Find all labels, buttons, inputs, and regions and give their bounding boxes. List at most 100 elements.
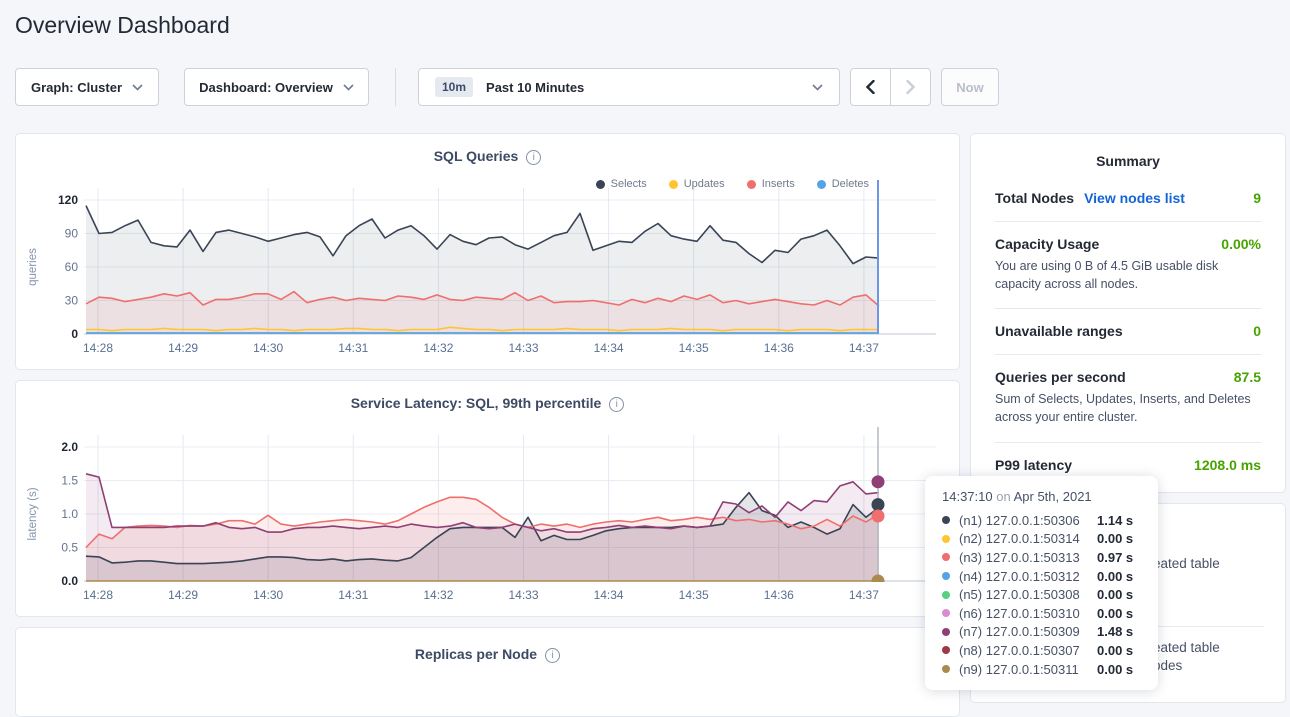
- summary-row-description: You are using 0 B of 4.5 GiB usable disk…: [995, 257, 1261, 293]
- node-address: (n1) 127.0.0.1:50306: [959, 513, 1080, 528]
- time-shift-button-group: [850, 68, 931, 106]
- tooltip-rows: (n1) 127.0.0.1:503061.14 s(n2) 127.0.0.1…: [942, 511, 1144, 678]
- summary-row-label: Capacity Usage: [995, 236, 1099, 252]
- node-color-dot: [942, 535, 950, 543]
- x-tick-label: 14:32: [423, 341, 453, 355]
- summary-title: Summary: [971, 153, 1285, 169]
- tooltip-date: Apr 5th, 2021: [1014, 489, 1092, 504]
- legend-color-dot: [669, 180, 678, 189]
- legend-item-selects[interactable]: Selects: [596, 178, 647, 190]
- node-address: (n7) 127.0.0.1:50309: [959, 624, 1080, 639]
- node-latency-value: 0.00 s: [1097, 587, 1144, 602]
- tooltip-node-row: (n2) 127.0.0.1:503140.00 s: [942, 530, 1144, 549]
- summary-row-head: P99 latency1208.0 ms: [995, 457, 1261, 473]
- summary-row-value: 87.5: [1234, 369, 1261, 385]
- x-tick-label: 14:31: [338, 341, 368, 355]
- info-icon[interactable]: i: [526, 150, 541, 165]
- chart-title-text: Service Latency: SQL, 99th percentile: [351, 395, 602, 411]
- x-tick-label: 14:30: [253, 341, 283, 355]
- hover-point-dot: [872, 575, 885, 588]
- view-nodes-list-link[interactable]: View nodes list: [1084, 190, 1185, 206]
- node-color-dot: [942, 591, 950, 599]
- dashboard-selector-label: Dashboard: Overview: [199, 80, 333, 95]
- summary-row-queries-per-second: Queries per second 87.5 Sum of Selects, Up…: [995, 354, 1261, 441]
- x-tick-label: 14:28: [83, 588, 113, 602]
- summary-row-value: 0: [1253, 323, 1261, 339]
- node-address: (n2) 127.0.0.1:50314: [959, 531, 1080, 546]
- time-next-button[interactable]: [890, 68, 931, 106]
- graph-selector-dropdown[interactable]: Graph: Cluster: [15, 68, 159, 106]
- x-tick-label: 14:29: [168, 588, 198, 602]
- x-tick-label: 14:32: [423, 588, 453, 602]
- node-address: (n3) 127.0.0.1:50313: [959, 550, 1080, 565]
- node-latency-value: 0.97 s: [1097, 550, 1144, 565]
- y-tick-label: 90: [65, 227, 79, 241]
- x-tick-label: 14:30: [253, 588, 283, 602]
- now-button[interactable]: Now: [941, 68, 999, 106]
- node-color-dot: [942, 553, 950, 561]
- summary-row-head: Unavailable ranges 0: [995, 323, 1261, 339]
- legend-item-updates[interactable]: Updates: [669, 178, 725, 190]
- hover-point-dot: [872, 510, 885, 523]
- y-tick-label: 2.0: [61, 440, 78, 454]
- chart-title-text: Replicas per Node: [415, 646, 537, 662]
- node-latency-value: 0.00 s: [1097, 606, 1144, 621]
- legend-item-deletes[interactable]: Deletes: [817, 178, 869, 190]
- summary-row-label: Total Nodes: [995, 190, 1074, 206]
- node-latency-value: 0.00 s: [1097, 662, 1144, 677]
- tooltip-node-row: (n6) 127.0.0.1:503100.00 s: [942, 604, 1144, 623]
- sql-queries-chart[interactable]: 030609012014:2814:2914:3014:3114:3214:33…: [16, 134, 959, 369]
- toolbar-divider: [395, 68, 396, 106]
- y-tick-label: 60: [65, 260, 79, 274]
- chart-hover-tooltip: 14:37:10 on Apr 5th, 2021 (n1) 127.0.0.1…: [925, 476, 1158, 690]
- node-latency-value: 1.48 s: [1097, 624, 1144, 639]
- service-latency-panel: Service Latency: SQL, 99th percentile i 0…: [15, 380, 960, 617]
- time-prev-button[interactable]: [850, 68, 891, 106]
- chart-title-text: SQL Queries: [434, 148, 519, 164]
- sql-queries-chart-title: SQL Queries i: [16, 148, 959, 165]
- node-address: (n5) 127.0.0.1:50308: [959, 587, 1080, 602]
- graph-selector-label: Graph: Cluster: [31, 80, 122, 95]
- x-tick-label: 14:33: [508, 588, 538, 602]
- node-color-dot: [942, 609, 950, 617]
- legend-item-inserts[interactable]: Inserts: [747, 178, 795, 190]
- y-tick-label: 0.0: [61, 574, 78, 588]
- tooltip-node-row: (n5) 127.0.0.1:50308 0.00 s: [942, 585, 1144, 604]
- hover-point-dot: [872, 498, 885, 511]
- time-window-label: Past 10 Minutes: [486, 80, 584, 95]
- node-latency-value: 0.00 s: [1097, 569, 1144, 584]
- legend-label: Inserts: [762, 178, 795, 190]
- node-address: (n8) 127.0.0.1:50307: [959, 643, 1080, 658]
- chevron-left-icon: [866, 80, 875, 94]
- service-latency-chart-title: Service Latency: SQL, 99th percentile i: [16, 395, 959, 412]
- service-latency-chart[interactable]: 0.00.51.01.52.014:2814:2914:3014:3114:32…: [16, 381, 959, 616]
- y-tick-label: 1.5: [61, 474, 78, 488]
- summary-row-label: Unavailable ranges: [995, 323, 1123, 339]
- x-tick-label: 14:37: [849, 341, 879, 355]
- y-tick-label: 0: [71, 327, 78, 341]
- chevron-right-icon: [906, 80, 915, 94]
- time-range-dropdown[interactable]: 10m Past 10 Minutes: [418, 68, 840, 106]
- legend-label: Selects: [611, 178, 647, 190]
- info-icon[interactable]: i: [609, 397, 624, 412]
- replicas-per-node-chart-title: Replicas per Node i: [16, 646, 959, 663]
- summary-row-value: 0.00%: [1221, 236, 1261, 252]
- dashboard-selector-dropdown[interactable]: Dashboard: Overview: [184, 68, 369, 106]
- replicas-per-node-panel: Replicas per Node i: [15, 627, 960, 717]
- summary-row-label: Queries per second: [995, 369, 1126, 385]
- summary-row-head: Total NodesView nodes list9: [995, 190, 1261, 206]
- y-tick-label: 30: [65, 294, 79, 308]
- node-color-dot: [942, 572, 950, 580]
- summary-row-capacity-usage: Capacity Usage 0.00% You are using 0 B of …: [995, 221, 1261, 308]
- page-title: Overview Dashboard: [15, 12, 230, 39]
- summary-row-description: Sum of Selects, Updates, Inserts, and De…: [995, 390, 1261, 426]
- info-icon[interactable]: i: [545, 648, 560, 663]
- x-tick-label: 14:28: [83, 341, 113, 355]
- node-latency-value: 0.00 s: [1097, 643, 1144, 658]
- x-tick-label: 14:36: [764, 341, 794, 355]
- x-tick-label: 14:36: [764, 588, 794, 602]
- x-tick-label: 14:35: [679, 341, 709, 355]
- x-tick-label: 14:37: [849, 588, 879, 602]
- events-divider: [1156, 626, 1264, 627]
- summary-row-unavailable-ranges: Unavailable ranges 0: [995, 308, 1261, 354]
